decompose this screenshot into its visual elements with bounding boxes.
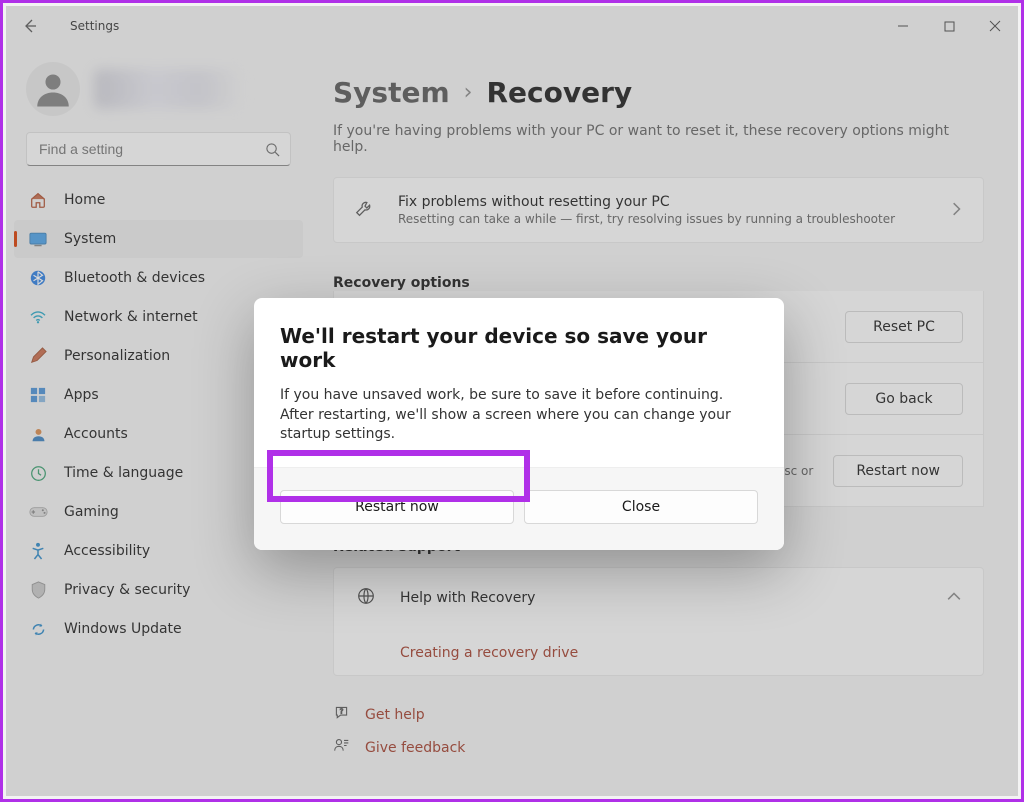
dialog-restart-now-button[interactable]: Restart now xyxy=(280,490,514,524)
dialog-close-button[interactable]: Close xyxy=(524,490,758,524)
dialog-title: We'll restart your device so save your w… xyxy=(280,324,758,372)
restart-confirm-dialog: We'll restart your device so save your w… xyxy=(254,298,784,550)
dialog-text: If you have unsaved work, be sure to sav… xyxy=(280,386,758,445)
